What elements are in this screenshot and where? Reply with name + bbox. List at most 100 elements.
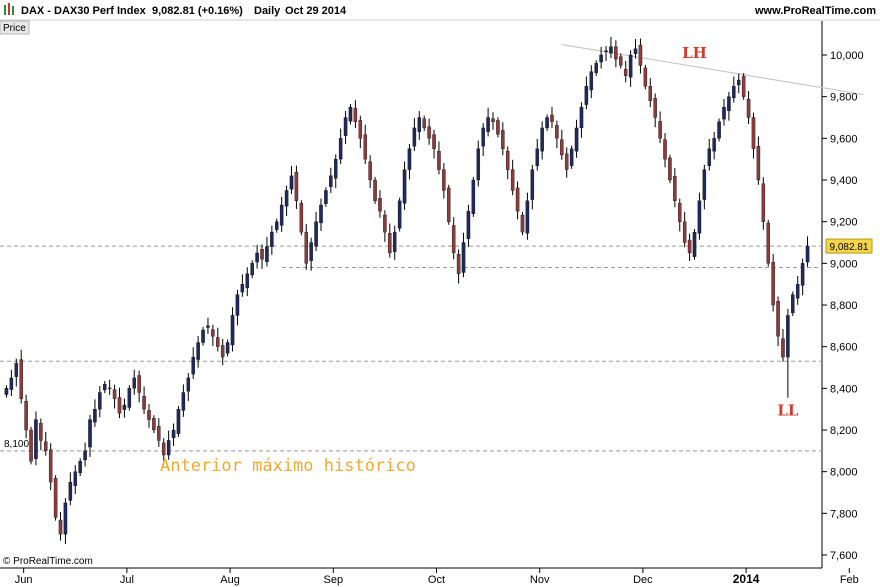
annotation-previous-high: Anterior máximo histórico — [160, 456, 416, 476]
candle-body — [658, 121, 662, 139]
candle-body — [176, 409, 181, 434]
candle-body — [560, 139, 564, 156]
candle-body — [132, 377, 136, 389]
candle-body — [402, 169, 407, 204]
y-tick-label: 9,400 — [830, 175, 858, 187]
candle-body — [525, 200, 530, 234]
candle-body — [127, 388, 132, 408]
candle-body — [771, 261, 775, 306]
candle-body — [609, 46, 613, 54]
candle-body — [786, 315, 790, 358]
candle-body — [343, 117, 348, 136]
candle-body — [447, 187, 451, 222]
footer-copyright: © ProRealTime.com — [3, 556, 93, 567]
candle-body — [4, 388, 9, 395]
dax-price-chart: DAX - DAX30 Perf Index 9,082.81 (+0.16%)… — [0, 3, 880, 586]
candle-body — [668, 157, 672, 181]
candle-body — [388, 233, 392, 254]
candle-body — [437, 151, 441, 170]
x-tick-label: Aug — [220, 574, 240, 586]
candle-body — [392, 231, 397, 252]
candle-body — [456, 254, 461, 274]
candle-body — [555, 125, 559, 139]
candle-body — [746, 99, 751, 118]
candle-body — [275, 221, 279, 230]
candle-body — [29, 429, 33, 462]
candle-body — [550, 114, 554, 122]
candle-body — [196, 342, 200, 360]
annotation-lh: LH — [682, 44, 707, 62]
y-tick-label: 8,200 — [830, 425, 858, 437]
candle-body — [761, 183, 766, 222]
candle-body — [412, 127, 417, 147]
candle-body — [152, 418, 156, 431]
candle-body — [353, 108, 358, 122]
trendline-layer — [561, 43, 864, 96]
candle-body — [358, 120, 363, 139]
y-tick-label: 9,200 — [830, 217, 858, 229]
candle-body — [540, 127, 544, 152]
candle-body — [432, 134, 436, 149]
candle-body — [682, 221, 687, 243]
candle-body — [417, 117, 422, 132]
candle-body — [107, 387, 112, 390]
y-tick-label: 9,000 — [830, 258, 858, 270]
candle-body — [564, 153, 569, 170]
candle-body — [515, 187, 520, 212]
candle-body — [569, 148, 574, 166]
candle-body — [678, 203, 682, 222]
candle-body — [594, 63, 598, 74]
prorealtime-candles-icon — [4, 3, 14, 15]
candle-body — [201, 329, 205, 343]
candle-body — [255, 252, 259, 263]
candle-body — [348, 106, 353, 122]
y-tick-label: 9,600 — [830, 133, 858, 145]
candle-body — [628, 54, 633, 78]
candle-body — [471, 179, 476, 214]
candle-body — [687, 239, 692, 254]
candle-body — [147, 410, 151, 420]
candle-body — [289, 175, 294, 190]
price-panel-tab[interactable]: Price — [0, 20, 30, 35]
candle-body — [299, 203, 304, 233]
candle-body — [633, 48, 638, 54]
candle-body — [117, 397, 122, 414]
candle-body — [137, 375, 141, 393]
candle-body — [166, 440, 171, 456]
candle-body — [476, 148, 481, 181]
candle-body — [216, 337, 220, 347]
candle-body — [68, 481, 73, 501]
candle-body — [309, 242, 313, 261]
candle-body — [98, 392, 102, 410]
header-date: Oct 29 2014 — [285, 5, 347, 17]
annotation-ll: LL — [777, 402, 799, 420]
candle-body — [142, 396, 146, 410]
candle-body — [58, 519, 63, 535]
candle-body — [466, 211, 471, 239]
candle-body — [191, 356, 195, 375]
candle-body — [584, 86, 589, 105]
y-tick-label: 8,800 — [830, 300, 858, 312]
candle-body — [623, 69, 628, 76]
candle-body — [604, 50, 608, 52]
candle-body — [520, 214, 525, 233]
candle-body — [171, 429, 176, 439]
candle-body — [73, 471, 78, 486]
candle-body — [795, 284, 800, 299]
candle-body — [161, 442, 166, 456]
candle-body — [157, 426, 161, 441]
candle-body — [63, 502, 68, 535]
y-axis: 7,600 7,800 8,000 8,200 8,400 8,600 8,800 9,000… — [822, 50, 864, 562]
candle-body — [791, 294, 795, 314]
candle-body — [284, 190, 289, 207]
y-tick-label: 9,800 — [830, 92, 858, 104]
candle-body — [186, 377, 191, 392]
candle-body — [240, 284, 245, 293]
x-tick-label: Jul — [120, 574, 134, 586]
y-tick-label: 8,400 — [830, 383, 858, 395]
candle-body — [24, 401, 28, 431]
candle-body — [407, 148, 412, 170]
candle-body — [442, 169, 446, 191]
candle-body — [44, 441, 48, 451]
candle-body — [481, 127, 485, 147]
